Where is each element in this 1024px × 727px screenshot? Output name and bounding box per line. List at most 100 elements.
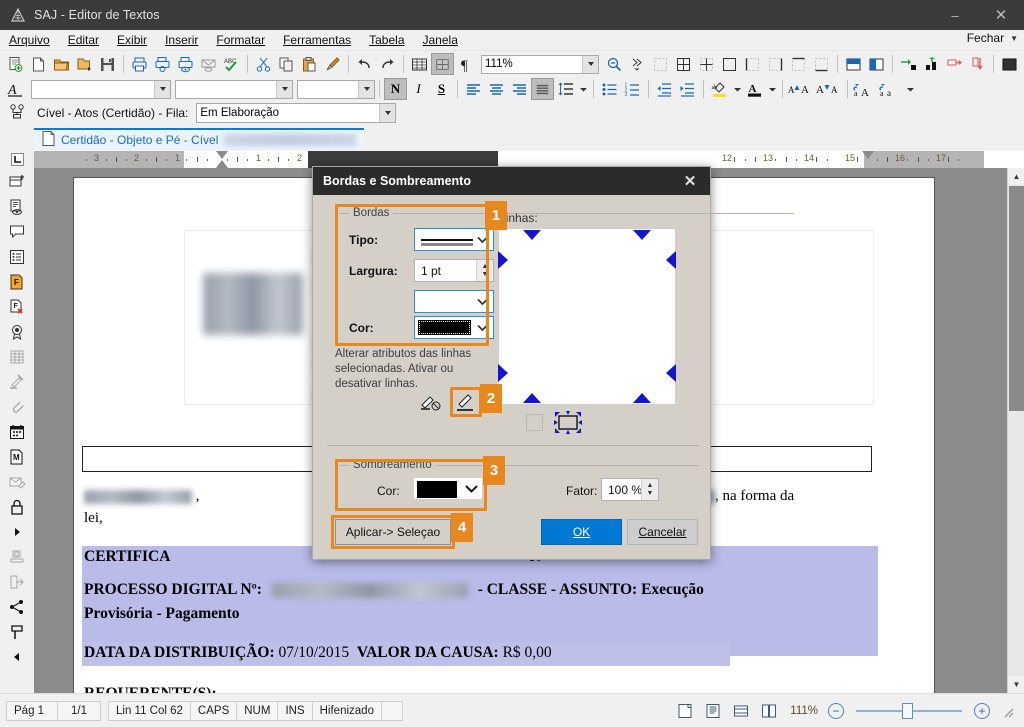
menu-arquivo[interactable]: Arquivo bbox=[0, 30, 59, 50]
borders-top-icon[interactable] bbox=[787, 53, 810, 75]
rail-model-icon[interactable]: M bbox=[4, 445, 30, 469]
reading-view-icon[interactable] bbox=[702, 701, 724, 721]
border-width-spinner[interactable]: ▲ ▼ bbox=[476, 260, 493, 281]
zoom-out-icon[interactable]: − bbox=[828, 702, 844, 719]
close-icon[interactable]: ✕ bbox=[670, 167, 710, 195]
rail-gavel-icon[interactable] bbox=[4, 370, 30, 394]
shading-color-combo[interactable] bbox=[414, 478, 482, 499]
no-border-preset-button[interactable] bbox=[526, 414, 543, 431]
cancel-button[interactable]: Cancelar bbox=[627, 519, 698, 545]
border-top-left-marker[interactable] bbox=[523, 230, 541, 240]
insert-column-icon[interactable] bbox=[920, 53, 943, 75]
chevron-down-icon[interactable] bbox=[731, 78, 743, 100]
borders-shading-dialog[interactable]: Bordas e Sombreamento ✕ Bordas Tipo: Lar… bbox=[312, 166, 794, 560]
chevron-down-icon[interactable] bbox=[464, 481, 479, 500]
chevron-down-icon[interactable] bbox=[154, 80, 170, 98]
close-button[interactable]: ✕ bbox=[978, 0, 1024, 30]
rail-stamp-icon[interactable] bbox=[4, 545, 30, 569]
send-mail-icon[interactable] bbox=[197, 53, 220, 75]
border-left-top-marker[interactable] bbox=[498, 251, 508, 269]
format-painter-icon[interactable] bbox=[321, 53, 344, 75]
decrease-indent-icon[interactable] bbox=[653, 78, 676, 100]
align-right-icon[interactable] bbox=[508, 78, 531, 100]
vertical-scrollbar[interactable]: ▲ ▼ bbox=[1007, 168, 1024, 693]
font-family-combo[interactable] bbox=[31, 79, 171, 99]
new-document-icon[interactable] bbox=[4, 53, 27, 75]
chevron-down-icon[interactable] bbox=[358, 80, 374, 98]
status-num[interactable]: NUM bbox=[236, 700, 279, 721]
border-top-right-marker[interactable] bbox=[633, 230, 651, 240]
rail-expand-icon[interactable] bbox=[4, 520, 30, 544]
rail-export-icon[interactable] bbox=[4, 570, 30, 594]
align-left-icon[interactable] bbox=[462, 78, 485, 100]
rail-columns-icon[interactable] bbox=[4, 345, 30, 369]
rail-delete-document-icon[interactable]: F bbox=[4, 295, 30, 319]
change-case-up-icon[interactable]: aA bbox=[852, 78, 878, 100]
zoom-slider-knob[interactable] bbox=[902, 702, 913, 719]
borders-all-icon[interactable] bbox=[672, 53, 695, 75]
menu-formatar[interactable]: Formatar bbox=[207, 30, 274, 50]
border-style-combo[interactable] bbox=[414, 290, 494, 313]
minimize-button[interactable]: – bbox=[932, 0, 978, 30]
tab-stop-icon[interactable] bbox=[0, 150, 34, 168]
status-hyphen[interactable]: Hifenizado bbox=[311, 700, 382, 721]
change-case-down-icon[interactable]: aa bbox=[878, 78, 904, 100]
borders-right-icon[interactable] bbox=[764, 53, 787, 75]
borders-left-icon[interactable] bbox=[741, 53, 764, 75]
lines-preview[interactable] bbox=[498, 228, 676, 405]
print-icon[interactable] bbox=[128, 53, 151, 75]
border-right-top-marker[interactable] bbox=[666, 251, 676, 269]
menu-janela[interactable]: Janela bbox=[414, 30, 467, 50]
two-page-icon[interactable] bbox=[758, 701, 780, 721]
font-color-icon[interactable]: A bbox=[743, 78, 766, 100]
highlight-color-icon[interactable]: ab bbox=[708, 78, 731, 100]
menu-editar[interactable]: Editar bbox=[59, 30, 108, 50]
insert-row-icon[interactable] bbox=[897, 53, 920, 75]
undo-icon[interactable] bbox=[353, 53, 376, 75]
font-size-combo[interactable] bbox=[175, 79, 293, 99]
line-spacing-icon[interactable] bbox=[554, 78, 577, 100]
border-left-bottom-marker[interactable] bbox=[498, 364, 508, 382]
rail-list-icon[interactable] bbox=[4, 245, 30, 269]
chevron-down-icon[interactable] bbox=[766, 78, 778, 100]
chevron-down-icon[interactable] bbox=[473, 229, 491, 250]
spinner-up-icon[interactable]: ▲ bbox=[482, 263, 489, 270]
first-line-indent-marker[interactable] bbox=[216, 150, 228, 159]
open-folder-icon[interactable] bbox=[50, 53, 73, 75]
queue-combo[interactable]: Em Elaboração bbox=[196, 103, 397, 123]
split-horizontal-icon[interactable] bbox=[842, 53, 865, 75]
print-view-icon[interactable] bbox=[174, 53, 197, 75]
scrollbar-thumb[interactable] bbox=[1009, 186, 1024, 411]
rail-collapse-icon[interactable] bbox=[4, 645, 30, 669]
align-justify-icon[interactable] bbox=[531, 78, 554, 100]
page-layout-icon[interactable] bbox=[674, 701, 696, 721]
underline-button[interactable]: S bbox=[430, 78, 453, 100]
spellcheck-icon[interactable]: ABC bbox=[220, 53, 243, 75]
split-vertical-icon[interactable] bbox=[865, 53, 888, 75]
spinner-down-icon[interactable]: ▼ bbox=[647, 490, 654, 497]
chevron-down-icon[interactable] bbox=[577, 78, 589, 100]
document-tab[interactable]: Certidão - Objeto e Pé - Cível bbox=[34, 128, 365, 150]
rail-comment-icon[interactable] bbox=[4, 220, 30, 244]
save-icon[interactable] bbox=[96, 53, 119, 75]
zoom-combo[interactable]: 111% bbox=[481, 54, 599, 74]
status-caps[interactable]: CAPS bbox=[189, 700, 238, 721]
numbering-icon[interactable]: 123 bbox=[621, 78, 644, 100]
ok-button[interactable]: OK bbox=[541, 519, 622, 545]
italic-button[interactable]: I bbox=[407, 78, 430, 100]
blank-page-icon[interactable] bbox=[27, 53, 50, 75]
table-icon[interactable] bbox=[408, 53, 431, 75]
close-document-menu[interactable]: Fechar ▼ bbox=[967, 31, 1018, 45]
border-right-bottom-marker[interactable] bbox=[666, 364, 676, 382]
borders-bottom-icon[interactable] bbox=[810, 53, 833, 75]
shading-factor-field[interactable]: 100 % ▲ ▼ bbox=[601, 478, 659, 501]
spinner-down-icon[interactable]: ▼ bbox=[482, 271, 489, 278]
chevron-down-icon[interactable] bbox=[473, 317, 491, 338]
rail-envelope-edit-icon[interactable] bbox=[4, 470, 30, 494]
chevron-down-icon[interactable] bbox=[379, 104, 396, 122]
increase-font-icon[interactable]: AA bbox=[787, 78, 815, 100]
zoom-out-icon[interactable] bbox=[603, 53, 626, 75]
paste-icon[interactable] bbox=[298, 53, 321, 75]
delete-column-icon[interactable] bbox=[966, 53, 989, 75]
right-indent-marker[interactable] bbox=[862, 150, 874, 159]
